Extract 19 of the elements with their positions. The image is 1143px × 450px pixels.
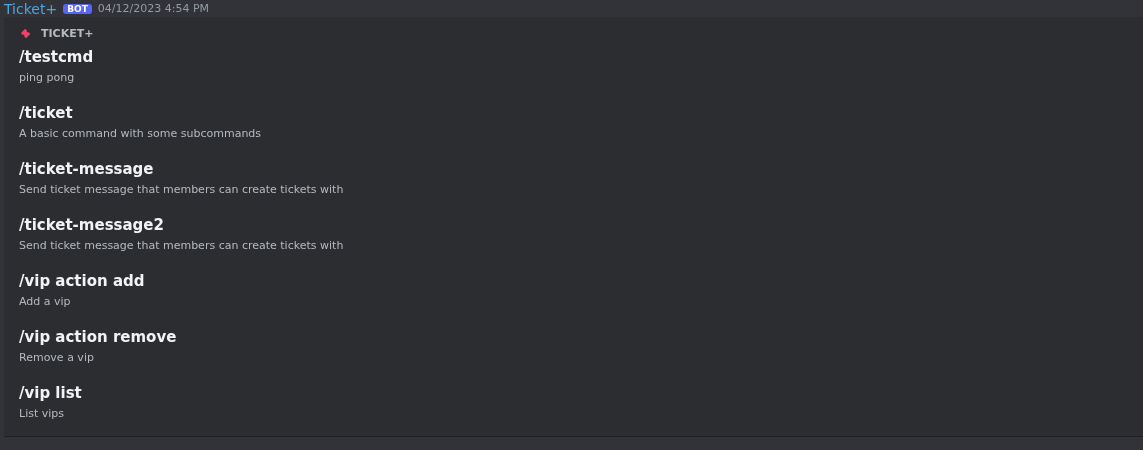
command-name[interactable]: /ticket-message2 xyxy=(19,215,1143,235)
command-name[interactable]: /vip list xyxy=(19,383,1143,403)
command-name[interactable]: /vip action add xyxy=(19,271,1143,291)
ticket-icon xyxy=(19,27,33,40)
timestamp: 04/12/2023 4:54 PM xyxy=(97,2,210,15)
app-name: TICKET+ xyxy=(41,27,94,40)
author-name[interactable]: Ticket+ xyxy=(4,0,58,17)
command-description: Remove a vip xyxy=(19,350,95,366)
command-name[interactable]: /ticket-message xyxy=(19,159,1143,179)
command-description: A basic command with some subcommands xyxy=(19,126,263,142)
command-description: Send ticket message that members can create tickets with xyxy=(19,238,345,254)
bot-badge: BOT xyxy=(63,3,92,14)
command-name[interactable]: /testcmd xyxy=(19,47,1143,67)
command-description: Send ticket message that members can create tickets with xyxy=(19,182,345,198)
command-name[interactable]: /vip action remove xyxy=(19,327,1143,347)
command-name[interactable]: /ticket xyxy=(19,103,1143,123)
command-description: ping pong xyxy=(19,70,76,86)
command-description: List vips xyxy=(19,406,65,422)
command-description: Add a vip xyxy=(19,294,72,310)
